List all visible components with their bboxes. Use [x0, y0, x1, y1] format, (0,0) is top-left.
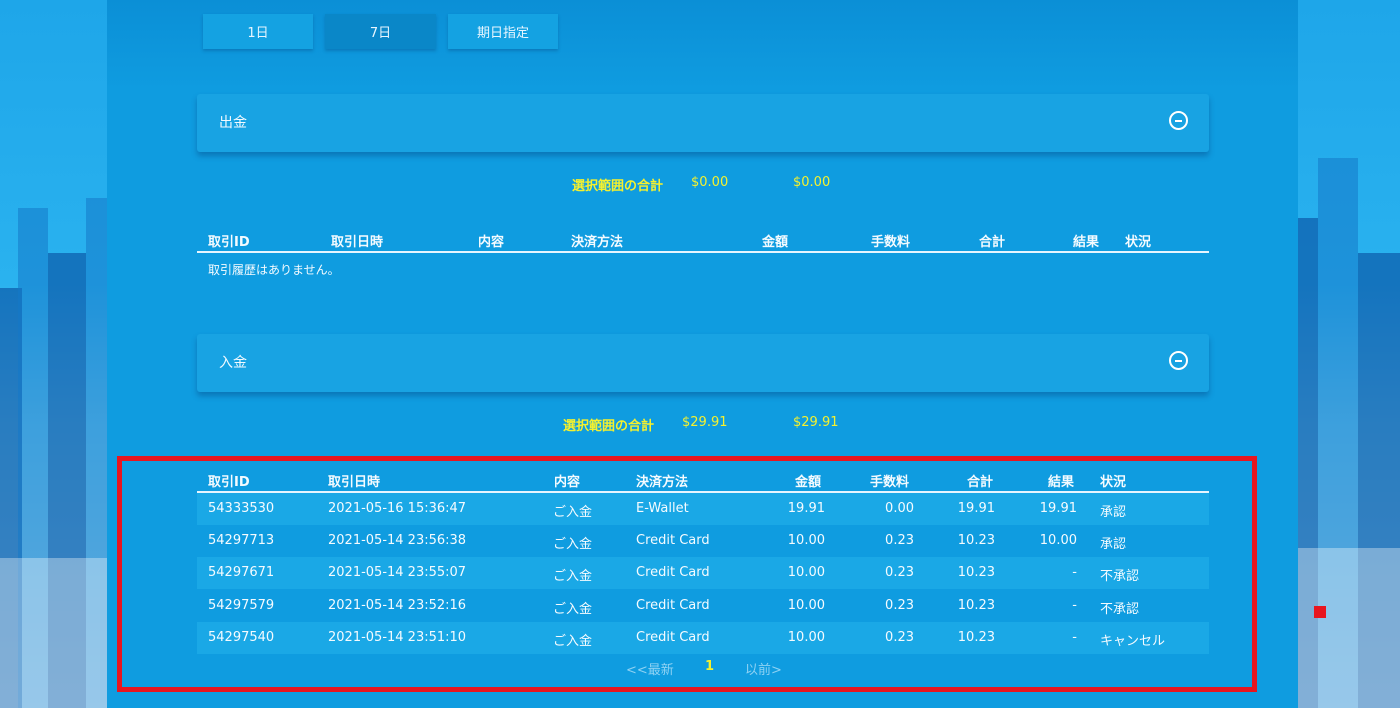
col-amount: 金額 [762, 235, 789, 250]
background-city-right [1298, 0, 1400, 708]
deposit-title: 入金 [219, 355, 247, 371]
col-fee: 手数料 [871, 235, 911, 250]
highlight-box [117, 456, 1257, 692]
collapse-minus-icon[interactable] [1169, 351, 1188, 370]
col-content: 内容 [478, 235, 505, 250]
total-amount: $29.91 [682, 415, 728, 430]
withdrawal-panel-header[interactable]: 出金 [197, 94, 1209, 152]
total-sum: $0.00 [793, 175, 831, 190]
total-amount: $0.00 [691, 175, 729, 190]
totals-label: 選択範囲の合計 [563, 419, 655, 434]
totals-label: 選択範囲の合計 [572, 179, 664, 194]
col-transaction-id: 取引ID [208, 235, 250, 250]
col-result: 結果 [1073, 235, 1100, 250]
total-sum: $29.91 [793, 415, 839, 430]
tab-custom-date[interactable]: 期日指定 [448, 14, 558, 49]
col-total: 合計 [979, 235, 1006, 250]
deposit-panel-header[interactable]: 入金 [197, 334, 1209, 392]
date-range-tabs: 1日 7日 期日指定 [203, 14, 558, 49]
col-datetime: 取引日時 [331, 235, 384, 250]
empty-history-message: 取引履歴はありません。 [208, 263, 340, 277]
collapse-minus-icon[interactable] [1169, 111, 1188, 130]
col-method: 決済方法 [571, 235, 624, 250]
red-marker [1314, 606, 1326, 618]
tab-7-days[interactable]: 7日 [325, 14, 436, 49]
withdrawal-title: 出金 [219, 115, 247, 131]
withdrawal-table-header: 取引ID 取引日時 内容 決済方法 金額 手数料 合計 結果 状況 [197, 229, 1209, 253]
tab-1-day[interactable]: 1日 [203, 14, 313, 49]
background-city-left [0, 0, 107, 708]
col-status: 状況 [1125, 235, 1152, 250]
